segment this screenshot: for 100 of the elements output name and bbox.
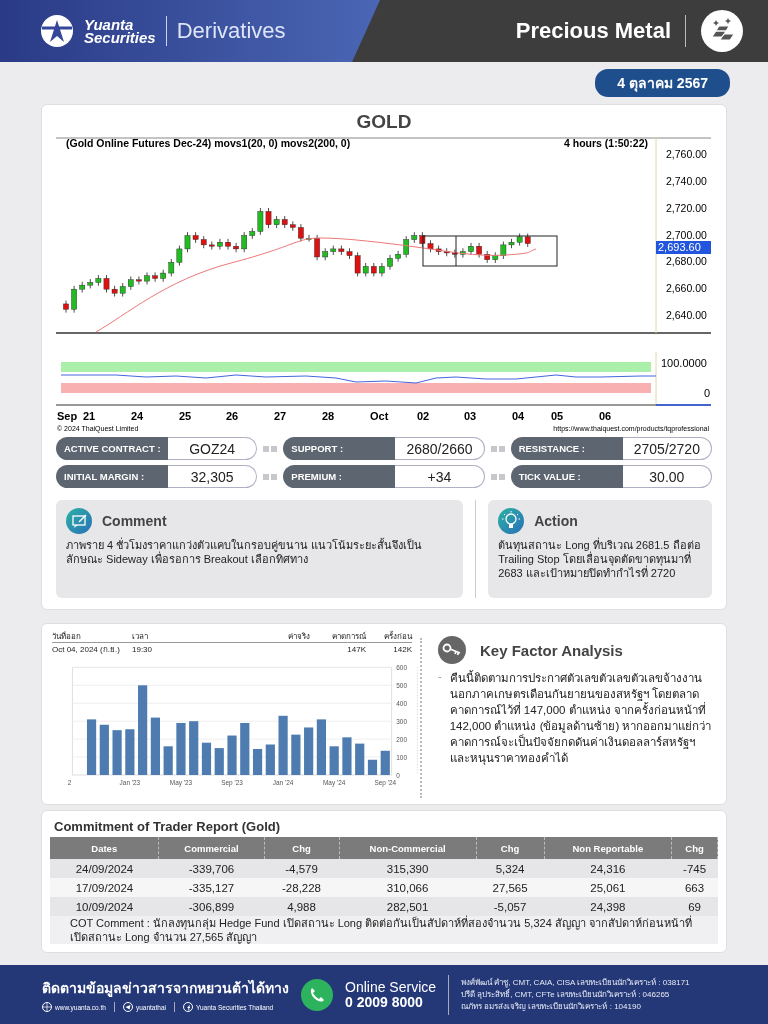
date-axis-label: 21: [83, 410, 96, 422]
table-cell-text: 19:30: [132, 645, 154, 654]
date-badge: 4 ตุลาคม 2567: [595, 69, 730, 97]
bar: [150, 717, 160, 775]
column-header: Chg: [264, 837, 340, 859]
last-price-tag: 2,693.60: [656, 241, 711, 254]
bar: [240, 722, 250, 775]
field-label: RESISTANCE :: [510, 437, 623, 460]
dots-icon: [490, 445, 505, 452]
price-axis-label: 2,720.00: [666, 201, 707, 214]
date-axis-label: Oct: [370, 410, 389, 422]
table-cell-text: 142K: [392, 645, 412, 654]
panel-title: Action: [534, 513, 578, 529]
date-axis-label: 06: [599, 410, 612, 422]
phone-icon: [301, 978, 333, 1011]
analysis-text: คืนนี้ติดตามการประกาศตัวเลขตัวเลขตัวเลขจ้างงานนอกภาคเกษตรเดือนกันยายนของสหรัฐฯ โดยตลาดคาดการณ์ไว้ที่ 147,000 ตำแหน่ง จากครั้งก่อนหน้าที่ 142,000 ตำแหน่ง (ข้อมูลด้านซ้าย) หากออกมาแย่กว่าคาดการณ์จะเป็นปัจจัยกดดันค่าเงินดอลลาร์สหรัฐฯ และหนุนราคาทองคำได้: [449, 670, 713, 766]
bar: [86, 719, 97, 775]
candle: [63, 300, 69, 314]
table-cell: 24,398: [544, 897, 672, 916]
column-header: Commercial: [159, 837, 264, 859]
candle: [395, 250, 401, 263]
table-cell: 25,061: [544, 878, 672, 897]
globe-icon: [42, 1002, 52, 1012]
candle: [152, 272, 158, 283]
candle: [306, 234, 312, 242]
column-header: Dates: [50, 837, 159, 859]
column-header: Non-Commercial: [339, 837, 477, 859]
candle: [387, 254, 393, 271]
bar: [163, 746, 173, 775]
bar: [176, 722, 186, 775]
note-pencil-icon: [66, 508, 92, 534]
price-axis-label: 2,740.00: [666, 174, 707, 187]
date-axis-label: 02: [417, 410, 430, 422]
price-axis-label: 2,680.00: [666, 255, 707, 268]
field-label: PREMIUM :: [283, 465, 396, 488]
table-cell: -28,228: [264, 878, 340, 897]
candle: [468, 242, 474, 256]
column-header: Non Reportable: [544, 837, 672, 859]
date-axis-label: 04: [512, 410, 525, 422]
date-axis-label: 24: [131, 410, 144, 422]
chart-interval: 4 hours (1:50:22): [563, 137, 648, 149]
table-cell: 10/09/2024: [50, 897, 159, 916]
field-label: TICK VALUE :: [510, 465, 623, 488]
candle: [128, 276, 134, 291]
date-axis-label: 28: [322, 410, 335, 422]
candle: [452, 249, 458, 259]
table-cell: 310,066: [339, 878, 477, 897]
footer-heading: ติดตามข้อมูลข่าวสารจากหยวนต้าได้ทาง: [42, 979, 289, 999]
price-axis-label: 2,640.00: [666, 309, 707, 321]
logo-icon: [40, 14, 74, 48]
table-cell: -306,899: [159, 897, 264, 916]
dots-icon: [263, 473, 278, 480]
column-header: ครั้งก่อน: [383, 630, 412, 643]
table-cell: 24,316: [544, 859, 672, 878]
service-label: Online Service: [345, 979, 437, 995]
candle: [225, 238, 231, 250]
bar: [367, 759, 378, 775]
brand-name: Yuanta: [84, 18, 134, 31]
bar: [304, 727, 314, 775]
bullet-mark: -: [438, 670, 442, 684]
light-bulb-icon: [498, 508, 525, 534]
bar: [316, 719, 326, 775]
table-cell: 282,501: [339, 897, 477, 916]
bar: [291, 734, 301, 775]
price-axis-label: 2,760.00: [666, 148, 707, 160]
bar: [99, 724, 109, 775]
key-icon: [438, 636, 466, 664]
field-label: ACTIVE CONTRACT :: [56, 437, 168, 460]
f-letter-icon: [182, 1002, 193, 1012]
table-cell: 315,390: [339, 859, 477, 878]
table-cell: 69: [671, 897, 718, 916]
bar: [380, 750, 390, 775]
column-header: Chg: [671, 837, 718, 859]
candle: [379, 262, 385, 277]
bar: [189, 721, 199, 775]
column-header: คาดการณ์: [331, 631, 366, 643]
table-cell: 663: [671, 878, 718, 897]
table-cell: 5,324: [476, 859, 545, 878]
bar: [112, 730, 122, 775]
bar: [329, 746, 339, 775]
candle: [241, 231, 247, 253]
chart-title: GOLD: [355, 111, 413, 134]
panel-title: Comment: [102, 513, 167, 529]
analyst-info: พงศ์พัฒน์ คำชู, CMT, CAIA, CISA เลขทะเบียนนักวิเคราะห์ : 038171: [461, 976, 690, 988]
panel-text: ต้นทุนสถานะ Long ที่บริเวณ 2681.5 ถือต่อ Trailing Stop โดยเลื่อนจุดตัดขาดทุนมาที่ 2683 และเป้าหมายปิดทำกำไรที่ 2720: [498, 538, 702, 580]
date-axis-label: 26: [226, 410, 239, 422]
date-axis-label: Sep: [57, 410, 78, 422]
ingot-icon: [700, 9, 744, 53]
bar: [125, 729, 135, 775]
candle: [298, 223, 304, 242]
bar: [214, 748, 224, 775]
section-title: Derivatives: [176, 18, 286, 44]
bar: [355, 743, 365, 775]
analyst-info: ปรีดี ลุประสิทธิ์, CMT, CFTe เลขทะเบียนนักวิเคราะห์ : 046265: [461, 988, 671, 1001]
column-header: ค่าจริง: [287, 631, 310, 643]
page-title: Precious Metal: [515, 18, 671, 44]
bar: [227, 735, 237, 775]
candle: [160, 269, 166, 283]
candle: [79, 281, 85, 293]
analyst-info: ณภัทร อมรส่งเจริญ เลขทะเบียนนักวิเคราะห์ : 104190: [461, 1000, 642, 1013]
